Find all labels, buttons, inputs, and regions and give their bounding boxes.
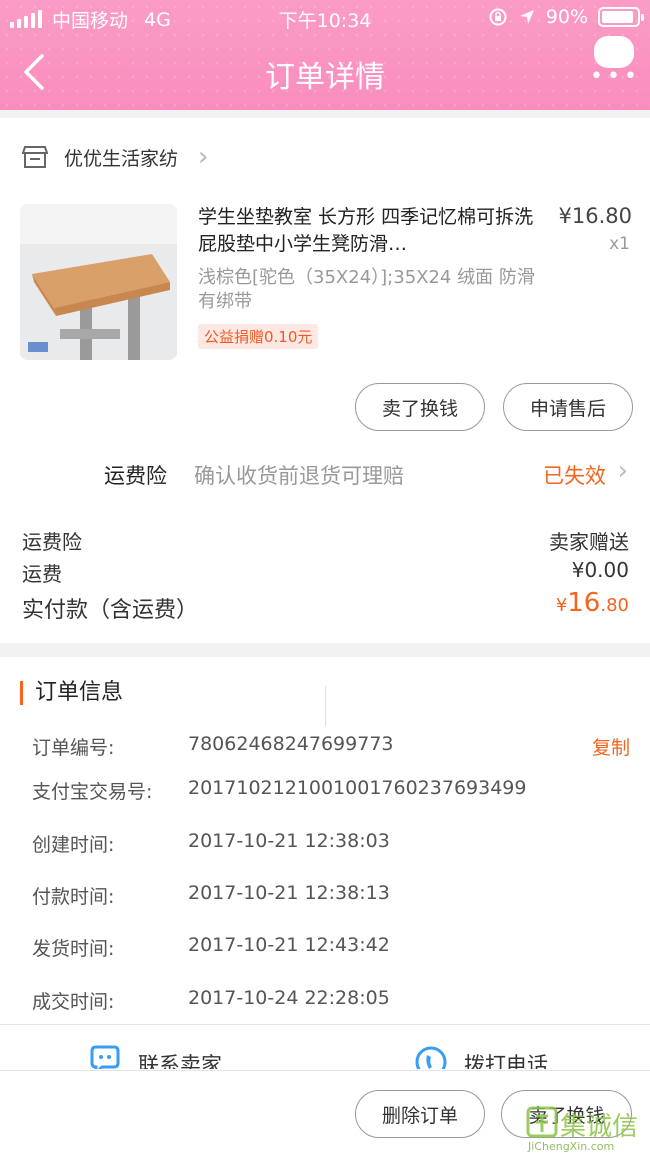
watermark-url: JiChengXin.com <box>528 1140 615 1153</box>
contact-seller-label: 联系卖家 <box>138 1053 222 1069</box>
battery-icon <box>598 7 644 27</box>
info-value: 2017-10-21 12:43:42 <box>188 934 390 956</box>
watermark-logo-icon <box>526 1106 558 1138</box>
currency-symbol: ¥ <box>555 595 568 616</box>
info-value: 2017102121001001760237693499 <box>188 777 527 799</box>
insurance-status: 已失效 <box>543 464 606 488</box>
status-bar: 中国移动 4G 下午10:34 90% <box>0 0 650 36</box>
location-arrow-icon <box>519 10 534 24</box>
fee-value: ¥0.00 <box>571 558 629 582</box>
fee-value: 卖家赠送 <box>549 530 629 554</box>
chevron-right-icon: › <box>198 142 209 172</box>
watermark: 集诚信 JiChengXin.com <box>526 1104 646 1156</box>
header: 中国移动 4G 下午10:34 90% 订单详情 ••• <box>0 0 650 110</box>
page-title: 订单详情 <box>265 60 385 95</box>
product-price: ¥16.80 <box>558 204 632 228</box>
info-value: 2017-10-24 22:28:05 <box>188 987 390 1009</box>
more-dots-icon: ••• <box>590 64 641 89</box>
order-product-card: 优优生活家纺 › 学生坐垫教室 长方形 四季记忆棉可拆洗屁股垫中小学生凳防滑… … <box>0 118 650 643</box>
info-key: 创建时间: <box>32 834 115 856</box>
product-sku: 浅棕色[驼色（35X24）];35X24 绒面 防滑 有绑带 <box>198 267 535 312</box>
chat-icon <box>90 1045 120 1069</box>
insurance-label: 运费险 <box>104 464 167 488</box>
charity-tag: 公益捐赠0.10元 <box>198 324 319 349</box>
message-button[interactable]: ••• <box>590 34 638 88</box>
info-key: 订单编号: <box>32 737 115 759</box>
copy-button[interactable]: 复制 <box>592 733 630 760</box>
info-value: 2017-10-21 12:38:13 <box>188 882 390 904</box>
info-key: 发货时间: <box>32 938 115 960</box>
fee-label: 运费 <box>22 562 62 586</box>
amount-integer: 16 <box>567 588 601 618</box>
info-value: 78062468247699773 <box>188 733 394 755</box>
amount-decimal: .80 <box>600 595 629 616</box>
after-sale-button[interactable]: 申请售后 <box>503 383 633 431</box>
battery-percent: 90% <box>545 6 588 28</box>
fee-label: 运费险 <box>22 530 82 554</box>
fee-row-shipping: 运费 ¥0.00 <box>22 558 629 587</box>
paid-label: 实付款（含运费） <box>22 598 199 623</box>
divider <box>325 686 326 726</box>
shop-name: 优优生活家纺 <box>64 147 179 170</box>
sell-button[interactable]: 卖了换钱 <box>355 383 485 431</box>
call-label: 拨打电话 <box>464 1053 548 1069</box>
watermark-text: 集诚信 <box>560 1112 639 1142</box>
contact-seller-button[interactable]: 联系卖家 <box>0 1025 325 1069</box>
insurance-desc: 确认收货前退货可理赔 <box>194 464 404 488</box>
lock-rotation-icon <box>489 8 507 26</box>
info-key: 支付宝交易号: <box>32 781 153 803</box>
section-title: 订单信息 <box>20 681 123 705</box>
phone-icon <box>415 1046 447 1069</box>
product-title[interactable]: 学生坐垫教室 长方形 四季记忆棉可拆洗屁股垫中小学生凳防滑… <box>198 204 538 258</box>
call-button[interactable]: 拨打电话 <box>326 1025 650 1069</box>
paid-amount: ¥16.80 <box>556 588 629 618</box>
chevron-right-icon: › <box>617 456 628 486</box>
store-icon <box>22 146 48 168</box>
shipping-insurance-row[interactable]: 运费险 确认收货前退货可理赔 已失效 › <box>0 448 650 498</box>
info-key: 付款时间: <box>32 886 115 908</box>
info-key: 成交时间: <box>32 991 115 1013</box>
fee-row-insurance: 运费险 卖家赠送 <box>22 526 629 555</box>
delete-order-button[interactable]: 删除订单 <box>355 1090 485 1138</box>
product-quantity: x1 <box>609 234 630 254</box>
info-value: 2017-10-21 12:38:03 <box>188 830 390 852</box>
product-photo <box>20 204 177 360</box>
product-image[interactable] <box>20 204 177 360</box>
shop-link[interactable]: 优优生活家纺 › <box>22 142 208 172</box>
